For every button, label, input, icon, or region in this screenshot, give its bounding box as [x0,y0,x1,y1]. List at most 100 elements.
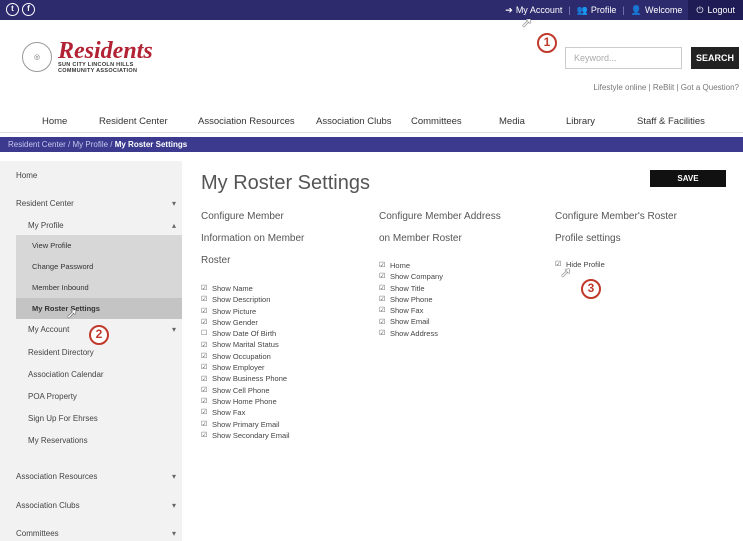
checkbox-row[interactable]: ☑ Show Gender [201,317,290,328]
power-icon: ⏻ [696,4,704,15]
profile-link[interactable]: 👥 Profile [571,5,623,16]
callout-3: 3 [581,279,601,299]
nav-association-clubs[interactable]: Association Clubs [316,116,392,127]
sidebar-item-member-inbound[interactable]: Member Inbound [16,277,182,298]
profile-label: Profile [590,5,617,15]
checkbox-checked-icon[interactable]: ☑ [201,285,208,292]
checkbox-row[interactable]: ☑ Show Description [201,294,290,305]
sidebar-item-my-roster-settings[interactable]: My Roster Settings [16,298,182,319]
logout-label: Logout [707,5,735,15]
checkbox-checked-icon[interactable]: ☑ [379,330,386,337]
checkbox-checked-icon[interactable]: ☑ [201,319,208,326]
roster-profile-heading: Configure Member's Roster Profile settin… [555,206,677,250]
checkbox-row[interactable]: ☑ Show Phone [379,294,443,305]
sidebar-item-view-profile[interactable]: View Profile [16,235,182,256]
twitter-icon[interactable]: t [6,3,19,16]
checkbox-label: Show Fax [212,408,246,418]
search-input[interactable]: Keyword... [565,47,682,69]
checkbox-label: Show Title [390,283,425,293]
cursor-icon: ➚ [560,264,572,280]
checkbox-checked-icon[interactable]: ☑ [201,308,208,315]
chevron-down-icon: ▾ [171,501,176,510]
checkbox-label: Show Gender [212,317,258,327]
nav-staff-facilities[interactable]: Staff & Facilities [637,116,705,127]
checkbox-row[interactable]: ☑ Show Business Phone [201,373,290,384]
logo-brand: Residents [58,38,153,64]
checkbox-row[interactable]: ☑ Show Name [201,283,290,294]
checkbox-checked-icon[interactable]: ☑ [379,319,386,326]
checkbox-checked-icon[interactable]: ☑ [201,421,208,428]
checkbox-row[interactable]: ☑ Show Company [379,271,443,282]
checkbox-row[interactable]: ☑ Show Picture [201,306,290,317]
checkbox-label: Show Picture [212,306,257,316]
nav-resident-center[interactable]: Resident Center [99,116,168,127]
checkbox-row[interactable]: ☑ Show Email [379,316,443,327]
checkbox-label: Show Employer [212,363,265,373]
arrow-icon: ➔ [505,4,513,15]
nav-home[interactable]: Home [42,116,67,127]
checkbox-checked-icon[interactable]: ☑ [201,342,208,349]
nav-committees[interactable]: Committees [411,116,462,127]
checkbox-row[interactable]: ☑ Show Occupation [201,351,290,362]
sidebar-item-committees[interactable]: Committees ▾ [0,529,182,538]
sidebar-item-my-reservations[interactable]: My Reservations [0,436,182,445]
facebook-icon[interactable]: f [22,3,35,16]
checkbox-row[interactable]: ☑ Show Fax [379,305,443,316]
sidebar-item-change-password[interactable]: Change Password [16,256,182,277]
social-links: t f [6,3,35,16]
sidebar-item-resident-directory[interactable]: Resident Directory [0,348,182,357]
checkbox-label: Show Email [390,317,430,327]
breadcrumb-current: My Roster Settings [114,140,188,149]
checkbox-checked-icon[interactable]: ☑ [201,409,208,416]
sidebar-item-poa-property[interactable]: POA Property [0,392,182,401]
checkbox-row[interactable]: ☑ Show Primary Email [201,419,290,430]
utility-links[interactable]: Lifestyle online | ReBlit | Got a Questi… [593,83,739,92]
sidebar-item-home[interactable]: Home [0,171,182,180]
checkbox-row[interactable]: ☐ Show Date Of Birth [201,328,290,339]
checkbox-row[interactable]: ☑ Show Cell Phone [201,385,290,396]
cursor-icon: ➚ [521,14,533,30]
sidebar-item-sign-up[interactable]: Sign Up For Ehrses [0,414,182,423]
checkbox-checked-icon[interactable]: ☑ [379,296,386,303]
heading-line: Configure Member Address [379,211,501,222]
sidebar-item-my-profile[interactable]: My Profile ▴ [0,221,182,230]
my-account-link[interactable]: ➔ My Account [499,5,568,16]
address-checklist: ☑ Home ☑ Show Company ☑ Show Title ☑ Show Phone… [379,260,443,339]
sidebar-item-association-clubs[interactable]: Association Clubs ▾ [0,501,182,510]
checkbox-checked-icon[interactable]: ☑ [201,387,208,394]
checkbox-label: Show Fax [390,306,424,316]
checkbox-empty-icon[interactable]: ☐ [201,330,208,337]
checkbox-checked-icon[interactable]: ☑ [201,398,208,405]
sidebar-item-resident-center[interactable]: Resident Center ▾ [0,199,182,208]
checkbox-row[interactable]: ☑ Show Address [379,328,443,339]
checkbox-checked-icon[interactable]: ☑ [201,364,208,371]
checkbox-checked-icon[interactable]: ☑ [201,296,208,303]
checkbox-checked-icon[interactable]: ☑ [201,376,208,383]
search-button[interactable]: SEARCH [691,47,739,69]
save-button[interactable]: SAVE [650,170,726,187]
checkbox-checked-icon[interactable]: ☑ [201,432,208,439]
checkbox-row[interactable]: ☑ Show Secondary Email [201,430,290,441]
checkbox-row[interactable]: ☑ Home [379,260,443,271]
checkbox-row[interactable]: ☑ Show Fax [201,407,290,418]
checkbox-row[interactable]: ☑ Show Home Phone [201,396,290,407]
checkbox-row[interactable]: ☑ Show Employer [201,362,290,373]
checkbox-checked-icon[interactable]: ☑ [379,285,386,292]
site-logo[interactable]: ◎ Residents SUN CITY LINCOLN HILLS COMMU… [22,38,153,74]
sidebar-item-association-calendar[interactable]: Association Calendar [0,370,182,379]
welcome-link[interactable]: 👤 Welcome [625,5,689,16]
checkbox-checked-icon[interactable]: ☑ [201,353,208,360]
nav-media[interactable]: Media [499,116,525,127]
top-bar: t f ➔ My Account | 👥 Profile | 👤 Welcome ⏻ L… [0,0,743,20]
sidebar-item-association-resources[interactable]: Association Resources ▾ [0,472,182,481]
checkbox-checked-icon[interactable]: ☑ [379,307,386,314]
checkbox-label: Show Secondary Email [212,430,290,440]
checkbox-row[interactable]: ☑ Show Marital Status [201,339,290,350]
nav-association-resources[interactable]: Association Resources [198,116,295,127]
checkbox-row[interactable]: ☑ Show Title [379,283,443,294]
checkbox-checked-icon[interactable]: ☑ [379,273,386,280]
logout-button[interactable]: ⏻ Logout [688,0,743,20]
checkbox-checked-icon[interactable]: ☑ [379,262,386,269]
breadcrumb-path[interactable]: Resident Center / My Profile / [8,140,115,149]
nav-library[interactable]: Library [566,116,595,127]
